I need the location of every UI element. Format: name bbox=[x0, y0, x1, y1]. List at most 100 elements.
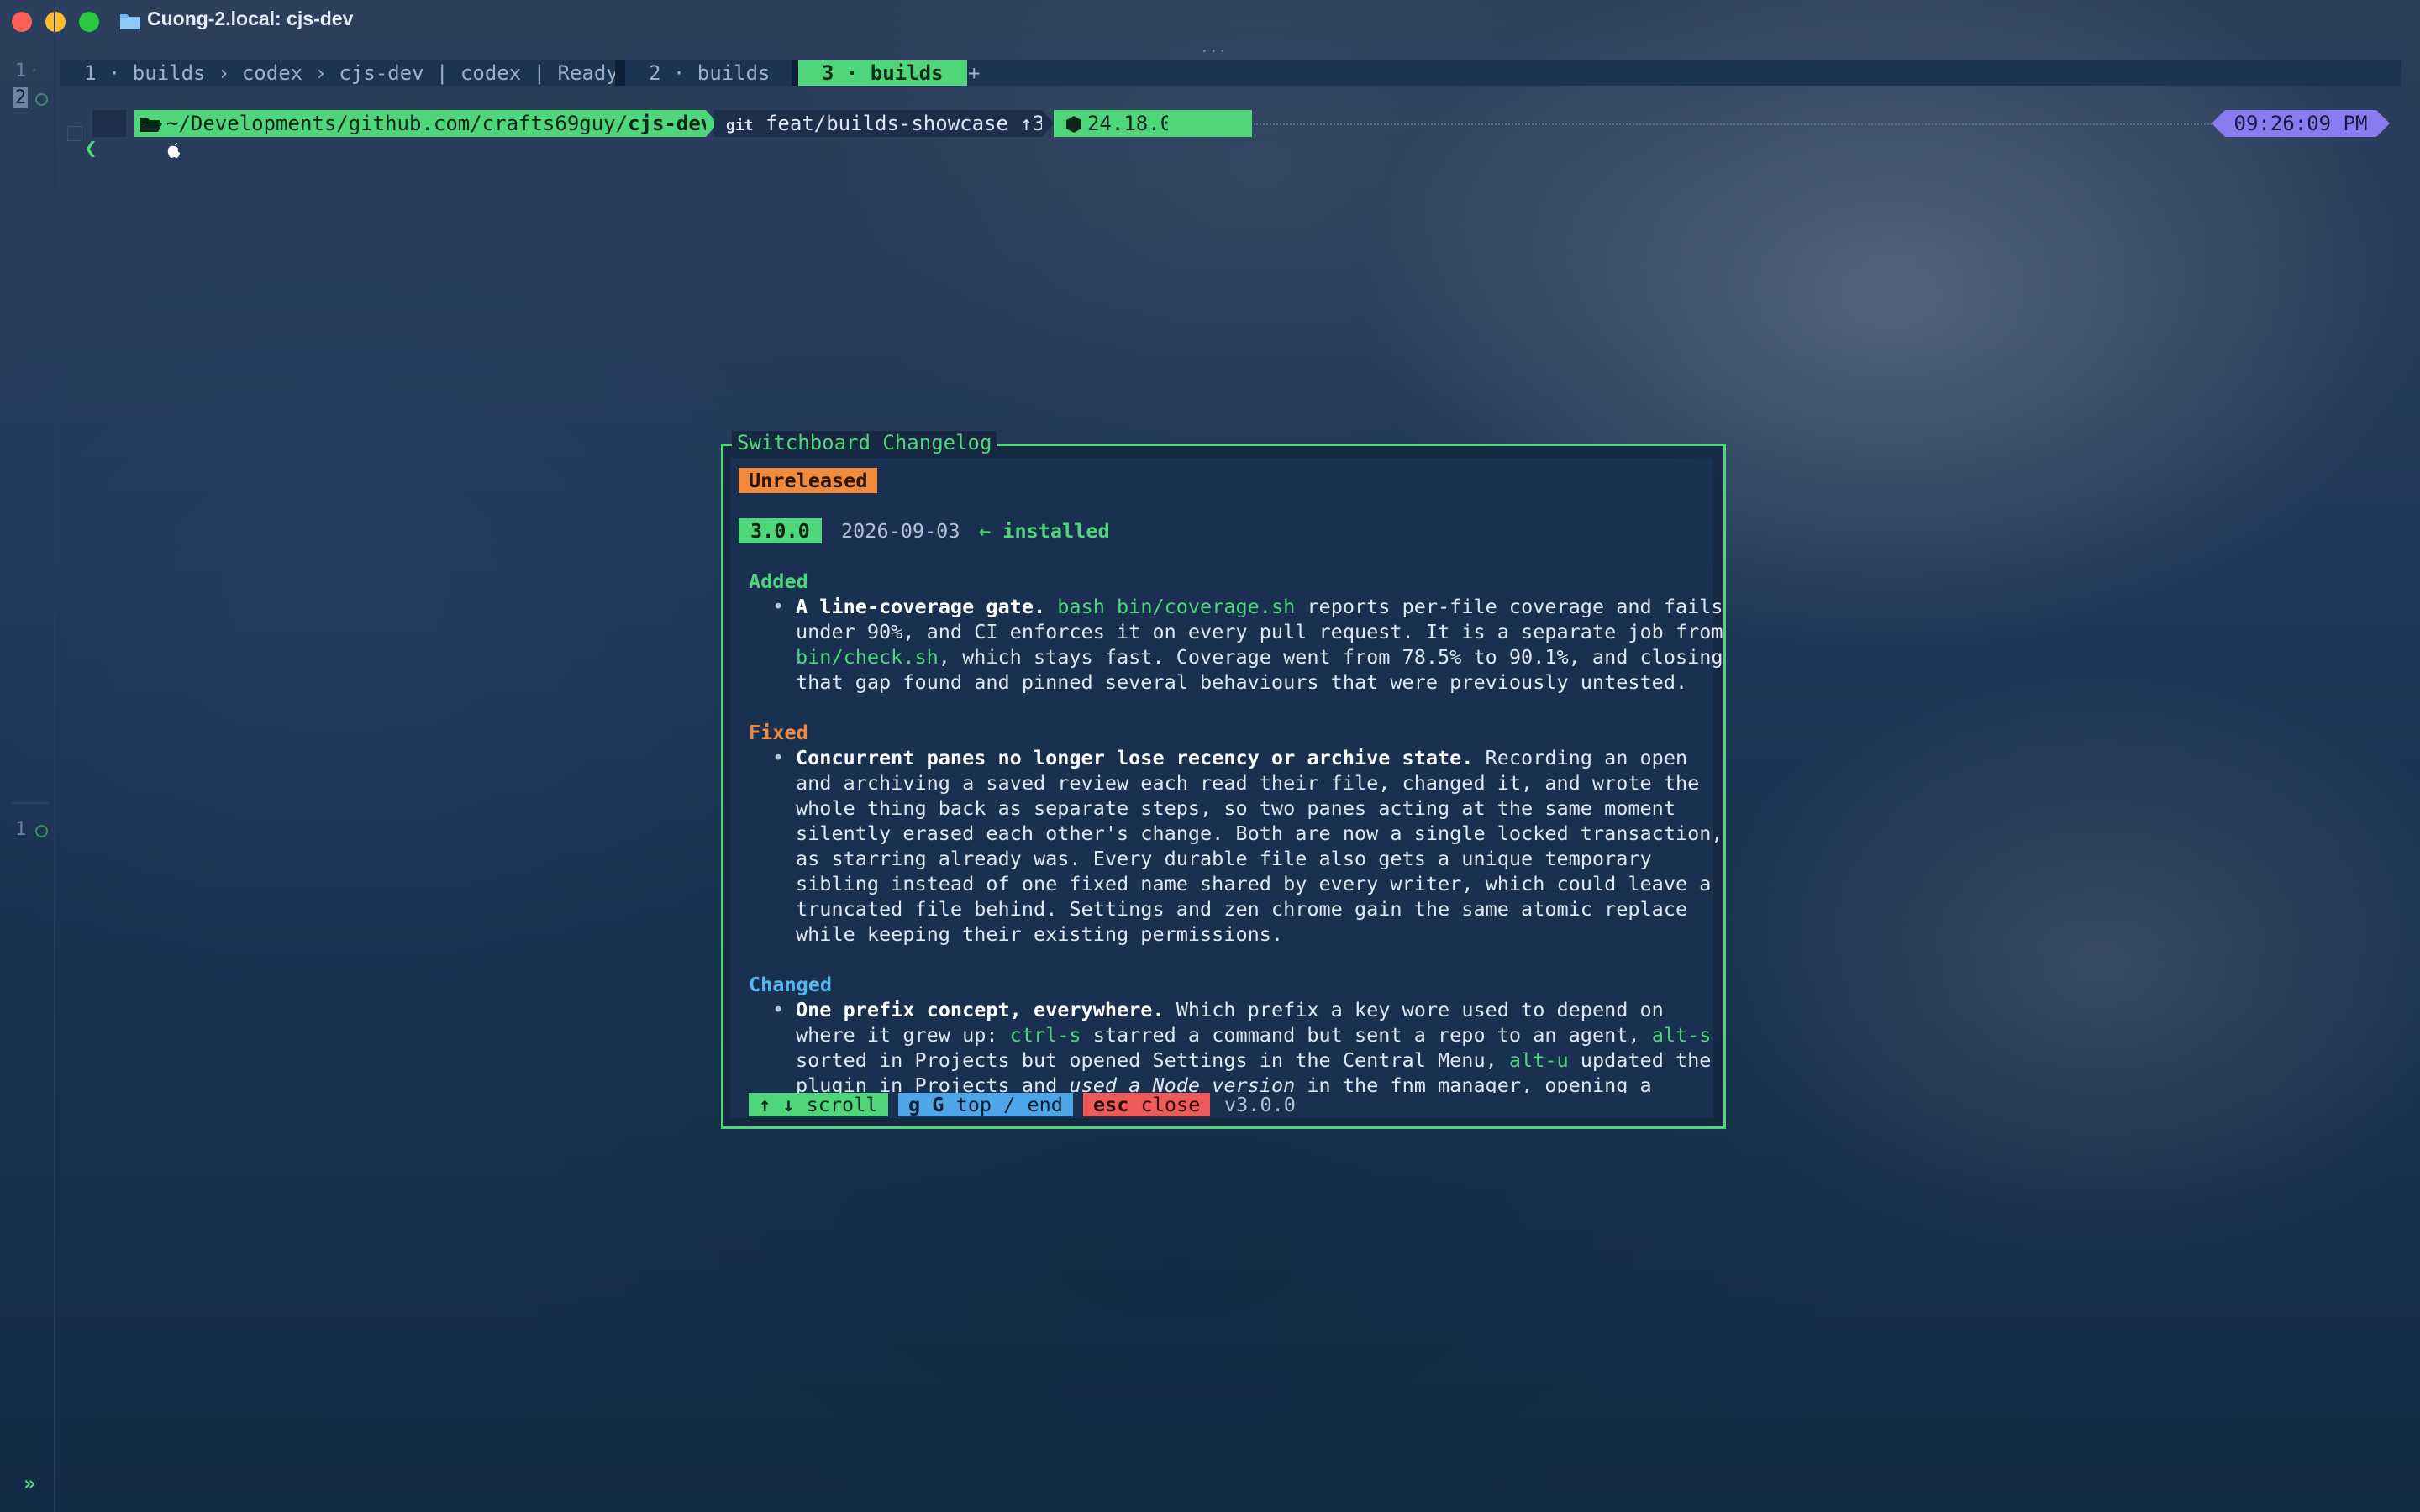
bullet: • bbox=[772, 595, 785, 618]
folder-open-icon bbox=[140, 118, 162, 132]
text: Which prefix a key wore used to depend o… bbox=[1164, 998, 1664, 1021]
terminal-window: Cuong-2.local: cjs-dev ... 1 · 2 1 1 · b… bbox=[0, 0, 2420, 1512]
node-segment: 24.18.0 bbox=[1054, 110, 1252, 137]
key-label: close bbox=[1128, 1093, 1201, 1116]
clock-cap-left bbox=[2212, 110, 2225, 137]
fixed-line-5: as starring already was. Every durable f… bbox=[796, 847, 1652, 870]
prompt-filler-dots bbox=[1254, 123, 2212, 125]
code-snippet: alt-s bbox=[1651, 1023, 1712, 1047]
folder-icon bbox=[120, 14, 140, 29]
bottom-prompt-caret: » bbox=[24, 1472, 36, 1495]
fixed-line-6: sibling instead of one fixed name shared… bbox=[796, 872, 1712, 895]
code-snippet: ctrl-s bbox=[1009, 1023, 1081, 1047]
tab-2[interactable]: 2 · builds bbox=[649, 60, 771, 86]
fixed-line-2: and archiving a saved review each read t… bbox=[796, 771, 1700, 795]
line-status-icon bbox=[35, 93, 48, 106]
gutter-divider bbox=[54, 0, 55, 1512]
code-snippet: alt-u bbox=[1508, 1048, 1569, 1072]
text: sorted in Projects but opened Settings i… bbox=[796, 1048, 1509, 1072]
cwd-path: ~/Developments/github.com/crafts69guy/ bbox=[166, 112, 629, 135]
changed-line-2: where it grew up: ctrl-s starred a comma… bbox=[796, 1022, 1711, 1047]
unreleased-badge: Unreleased bbox=[739, 468, 878, 493]
text-italic: used a Node version bbox=[1069, 1074, 1296, 1093]
git-branch: feat/builds-showcase bbox=[765, 112, 1008, 135]
segment-arrow bbox=[1168, 110, 1181, 137]
nodejs-hexagon-icon bbox=[1066, 116, 1081, 133]
changed-line-3: sorted in Projects but opened Settings i… bbox=[796, 1047, 1711, 1073]
clock-cap-right bbox=[2376, 110, 2390, 137]
changed-lead: One prefix concept, everywhere. bbox=[796, 998, 1165, 1021]
key: esc bbox=[1093, 1093, 1129, 1116]
drag-handle[interactable]: ... bbox=[1200, 39, 1228, 56]
line-number: 1 bbox=[15, 60, 27, 81]
text: reports per-file coverage and fails bbox=[1295, 595, 1723, 618]
close-window-button[interactable] bbox=[12, 12, 32, 32]
changelog-content[interactable]: Unreleased 3.0.0 2026-09-03 ← installed … bbox=[730, 458, 1723, 1118]
version-label: v3.0.0 bbox=[1224, 1093, 1296, 1116]
changelog-modal[interactable]: Unreleased 3.0.0 2026-09-03 ← installed … bbox=[721, 431, 1726, 1129]
git-icon: git bbox=[726, 117, 754, 134]
fixed-line-7: truncated file behind. Settings and zen … bbox=[796, 897, 1688, 921]
added-line-1: A line-coverage gate. bash bin/coverage.… bbox=[796, 594, 1723, 619]
clock: 09:26:09 PM bbox=[2225, 110, 2376, 137]
text: updated the bbox=[1568, 1048, 1712, 1072]
tmux-tab-bar: 1 · builds › codex › cjs-dev | codex | R… bbox=[60, 60, 2401, 86]
text: , which stays fast. Coverage went from 7… bbox=[938, 645, 1723, 669]
apple-icon bbox=[92, 110, 180, 158]
added-line-2: under 90%, and CI enforces it on every p… bbox=[796, 620, 1723, 643]
segment-arrow bbox=[1042, 110, 1054, 137]
section-changed: Changed bbox=[749, 973, 833, 996]
top-end-hint[interactable]: g G top / end bbox=[898, 1093, 1073, 1116]
tab-1[interactable]: 1 · builds › codex › cjs-dev | codex | R… bbox=[84, 60, 618, 86]
line-marker: · bbox=[29, 60, 40, 81]
text: where it grew up: bbox=[796, 1023, 1010, 1047]
key: g G bbox=[908, 1093, 944, 1116]
pane-divider bbox=[12, 802, 49, 804]
added-line-3: bin/check.sh, which stays fast. Coverage… bbox=[796, 644, 1723, 669]
added-lead: A line-coverage gate. bbox=[796, 595, 1046, 618]
shell-prompt: ~/Developments/github.com/crafts69guy/cj… bbox=[84, 110, 1252, 158]
fixed-line-4: silently erased each other's change. Bot… bbox=[796, 822, 1723, 845]
cwd-dir: cjs-dev bbox=[628, 112, 713, 135]
section-fixed: Fixed bbox=[749, 721, 808, 744]
minimize-window-button[interactable] bbox=[45, 12, 66, 32]
release-date: 2026-09-03 bbox=[841, 519, 960, 543]
git-segment: git feat/builds-showcase ↑3 bbox=[714, 110, 1045, 137]
line-number: 1 bbox=[15, 819, 27, 840]
pane-indicator bbox=[67, 126, 82, 141]
key-label: scroll bbox=[794, 1093, 878, 1116]
close-hint[interactable]: esc close bbox=[1083, 1093, 1211, 1116]
bullet: • bbox=[772, 998, 785, 1021]
new-tab-button[interactable]: + bbox=[968, 60, 980, 86]
window-title: Cuong-2.local: cjs-dev bbox=[147, 8, 354, 29]
title-bar: Cuong-2.local: cjs-dev ... bbox=[0, 0, 2420, 56]
zoom-window-button[interactable] bbox=[79, 12, 99, 32]
modal-title: Switchboard Changelog bbox=[732, 431, 997, 454]
prompt-caret: ❮ bbox=[84, 136, 97, 161]
added-line-4: that gap found and pinned several behavi… bbox=[796, 670, 1688, 694]
text: in the fnm manager, opening a bbox=[1295, 1074, 1652, 1093]
fixed-lead: Concurrent panes no longer lose recency … bbox=[796, 746, 1474, 769]
scroll-hint[interactable]: ↑ ↓ scroll bbox=[749, 1093, 888, 1116]
tab-separator bbox=[615, 60, 625, 86]
key-hints: ↑ ↓ scroll g G top / end esc close v3.0.… bbox=[749, 1093, 1296, 1116]
installed-marker: ← installed bbox=[979, 519, 1110, 543]
version-badge: 3.0.0 bbox=[739, 518, 822, 543]
node-version: 24.18.0 bbox=[1087, 112, 1173, 135]
code-snippet: bash bin/coverage.sh bbox=[1057, 595, 1296, 618]
cwd-segment: ~/Developments/github.com/crafts69guy/cj… bbox=[134, 110, 713, 137]
section-added: Added bbox=[749, 570, 808, 593]
key: ↑ ↓ bbox=[759, 1093, 795, 1116]
fixed-line-8: while keeping their existing permissions… bbox=[796, 922, 1284, 946]
git-ahead-count: ↑3 bbox=[1020, 112, 1045, 135]
changed-line-4: plugin in Projects and used a Node versi… bbox=[796, 1073, 1652, 1093]
fixed-line-3: whole thing back as separate steps, so t… bbox=[796, 796, 1676, 820]
bullet: • bbox=[772, 746, 785, 769]
line-status-icon bbox=[35, 825, 48, 837]
text: starred a command but sent a repo to an … bbox=[1081, 1023, 1652, 1047]
text: Recording an open bbox=[1473, 746, 1688, 769]
code-snippet: bin/check.sh bbox=[796, 645, 939, 669]
tab-3[interactable]: 3 · builds bbox=[798, 60, 967, 86]
text: plugin in Projects and bbox=[796, 1074, 1070, 1093]
fixed-line-1: Concurrent panes no longer lose recency … bbox=[796, 745, 1687, 770]
